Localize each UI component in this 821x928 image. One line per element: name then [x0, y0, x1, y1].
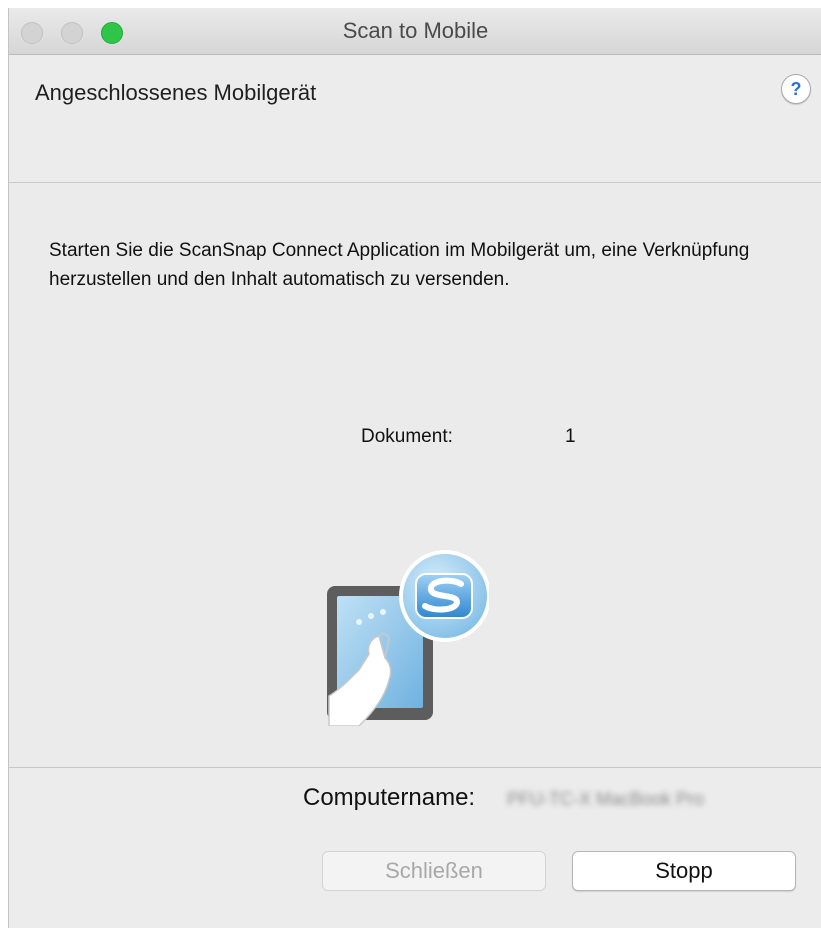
computer-name-label: Computername: — [303, 784, 476, 811]
instruction-message: Starten Sie die ScanSnap Connect Applica… — [49, 240, 750, 290]
connected-device-label: Angeschlossenes Mobilgerät — [35, 80, 317, 105]
stop-button[interactable]: Stopp — [572, 851, 796, 891]
help-icon: ? — [790, 79, 802, 99]
window-title: Scan to Mobile — [342, 18, 489, 43]
computer-name-value: PFU-TC-X MacBook Pro — [507, 789, 705, 809]
document-count: 1 — [565, 426, 576, 447]
scan-to-mobile-window: Scan to Mobile Angeschlossenes Mobilgerä… — [8, 8, 821, 928]
document-label: Dokument: — [361, 426, 453, 447]
help-button[interactable]: ? — [781, 74, 811, 104]
tablet-touch-scansnap-icon — [327, 550, 489, 726]
close-button[interactable]: Schließen — [322, 851, 546, 891]
title-bar: Scan to Mobile — [9, 8, 821, 55]
